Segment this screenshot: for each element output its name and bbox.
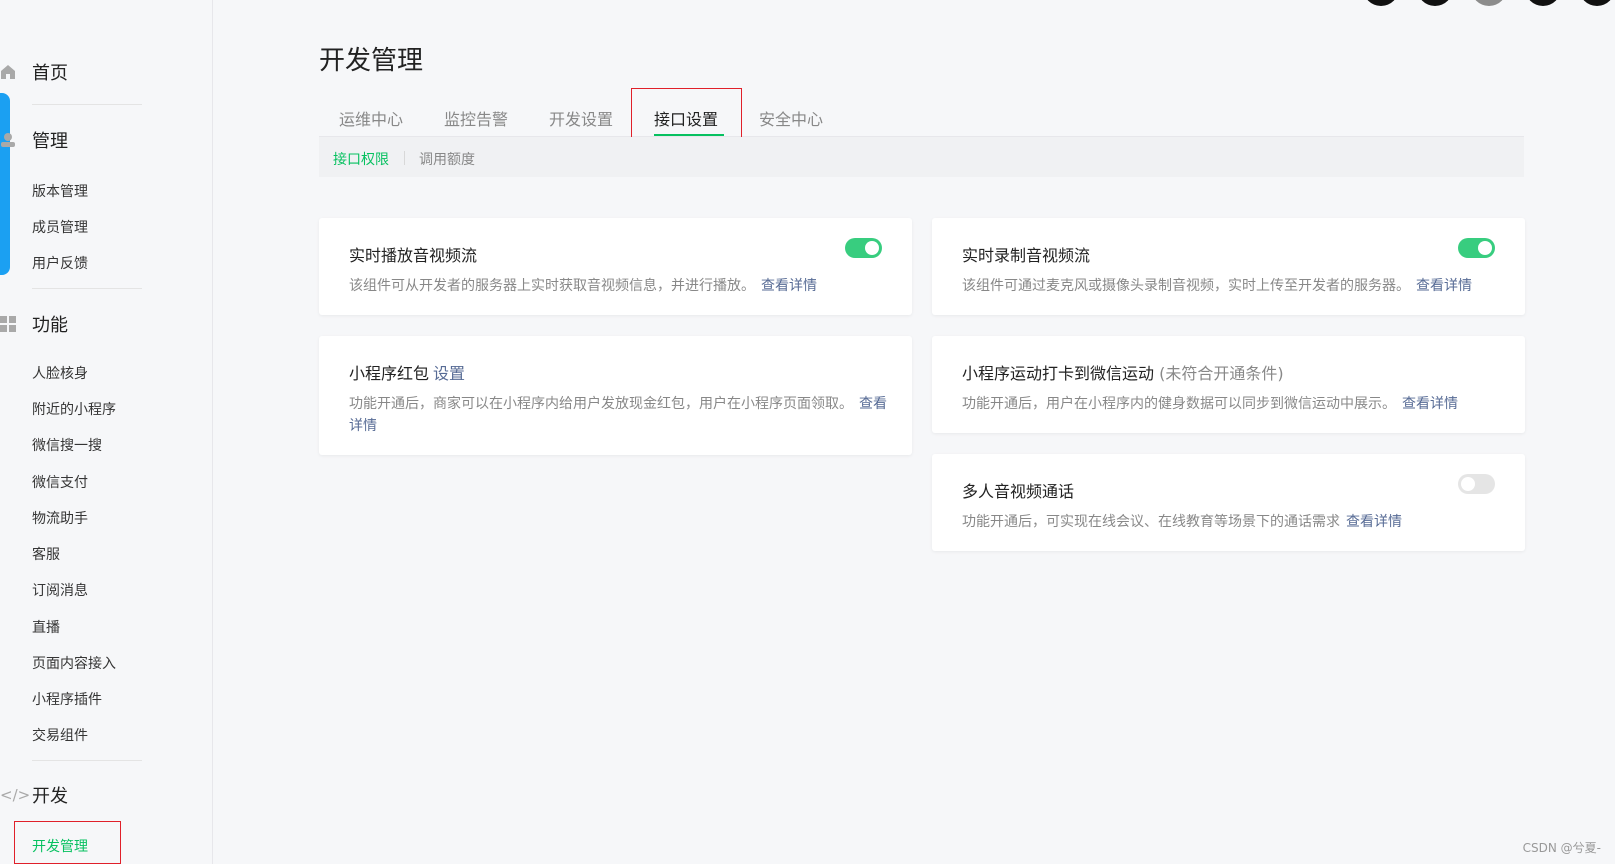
sidebar-dev: </> 开发: [0, 783, 68, 807]
avatar[interactable]: [1579, 0, 1615, 6]
sidebar-item-members[interactable]: 成员管理: [32, 217, 88, 237]
sidebar-item-search[interactable]: 微信搜一搜: [32, 435, 102, 455]
sidebar: 首页 管理 版本管理 成员管理 用户反馈 功能 人脸核身 附近的小程序 微信搜一…: [0, 0, 213, 864]
sidebar-item-feedback[interactable]: 用户反馈: [32, 253, 88, 273]
subtab-separator: [404, 151, 405, 165]
watermark: CSDN @兮夏-: [1522, 841, 1601, 855]
tab-dev-settings[interactable]: 开发设置: [549, 106, 613, 130]
card-desc-text: 该组件可通过麦克风或摄像头录制音视频，实时上传至开发者的服务器。: [962, 278, 1410, 294]
page-title: 开发管理: [319, 46, 424, 76]
card-werun: 小程序运动打卡到微信运动 (未符合开通条件) 功能开通后，用户在小程序内的健身数…: [932, 336, 1525, 433]
sidebar-home[interactable]: 首页: [0, 60, 68, 84]
home-icon: [0, 64, 32, 80]
toggle-switch[interactable]: [1458, 238, 1495, 258]
avatar[interactable]: [1417, 0, 1453, 6]
divider: [32, 760, 142, 761]
divider: [32, 104, 142, 105]
settings-link[interactable]: 设置: [433, 364, 465, 383]
subtab-api-permission[interactable]: 接口权限: [333, 149, 389, 169]
sidebar-home-label: 首页: [32, 63, 68, 84]
sidebar-item-trade[interactable]: 交易组件: [32, 725, 88, 745]
avatar[interactable]: [1525, 0, 1561, 6]
sidebar-item-pay[interactable]: 微信支付: [32, 472, 88, 492]
card-voip: 多人音视频通话 功能开通后，可实现在线会议、在线教育等场景下的通话需求 查看详情: [932, 454, 1525, 551]
view-details-link[interactable]: 查看详情: [1416, 278, 1472, 294]
sidebar-item-plugin[interactable]: 小程序插件: [32, 689, 102, 709]
sidebar-features-label: 功能: [32, 315, 68, 336]
tab-bar: 运维中心 监控告警 开发设置 接口设置 安全中心: [319, 96, 1524, 137]
view-details-link[interactable]: 查看详情: [1402, 396, 1458, 412]
top-avatars: [1363, 0, 1615, 6]
view-details-link[interactable]: 查看详情: [761, 278, 817, 294]
sidebar-item-version[interactable]: 版本管理: [32, 181, 88, 201]
card-title: 实时录制音视频流: [962, 246, 1091, 265]
avatar[interactable]: [1471, 0, 1507, 6]
card-desc: 该组件可通过麦克风或摄像头录制音视频，实时上传至开发者的服务器。 查看详情: [962, 275, 1472, 297]
subtab-call-quota[interactable]: 调用额度: [419, 149, 475, 169]
card-title: 多人音视频通话: [962, 482, 1075, 501]
sidebar-manage: 管理: [0, 128, 68, 152]
toggle-switch[interactable]: [1458, 474, 1495, 494]
sidebar-item-live[interactable]: 直播: [32, 617, 60, 637]
card-desc: 该组件可从开发者的服务器上实时获取音视频信息，并进行播放。 查看详情: [349, 275, 817, 297]
toggle-knob: [1461, 477, 1475, 491]
card-desc-text: 功能开通后，用户在小程序内的健身数据可以同步到微信运动中展示。: [962, 396, 1396, 412]
manage-icon: [0, 132, 32, 148]
sidebar-item-subscribe[interactable]: 订阅消息: [32, 580, 88, 600]
card-title: 小程序红包 设置: [349, 360, 465, 384]
sidebar-manage-label: 管理: [32, 131, 68, 152]
sidebar-features: 功能: [0, 312, 68, 336]
card-desc-text: 功能开通后，可实现在线会议、在线教育等场景下的通话需求: [962, 514, 1340, 530]
sidebar-item-face[interactable]: 人脸核身: [32, 363, 88, 383]
card-desc-text: 该组件可从开发者的服务器上实时获取音视频信息，并进行播放。: [349, 278, 755, 294]
sidebar-item-page-content[interactable]: 页面内容接入: [32, 653, 116, 673]
toggle-knob: [1478, 241, 1492, 255]
card-title-text: 小程序运动打卡到微信运动: [962, 364, 1155, 383]
card-live-player: 实时播放音视频流 该组件可从开发者的服务器上实时获取音视频信息，并进行播放。 查看…: [319, 218, 912, 315]
sidebar-dev-label: 开发: [32, 786, 68, 807]
card-title: 实时播放音视频流: [349, 246, 478, 265]
card-desc: 功能开通后，可实现在线会议、在线教育等场景下的通话需求 查看详情: [962, 511, 1402, 533]
tab-ops[interactable]: 运维中心: [339, 106, 403, 130]
card-desc: 功能开通后，用户在小程序内的健身数据可以同步到微信运动中展示。 查看详情: [962, 393, 1458, 415]
card-title-note: (未符合开通条件): [1159, 364, 1284, 383]
sidebar-item-dev-manage[interactable]: 开发管理: [32, 836, 88, 856]
divider: [32, 288, 142, 289]
sidebar-item-service[interactable]: 客服: [32, 544, 60, 564]
view-details-link[interactable]: 查看详情: [1346, 514, 1402, 530]
subtab-bar: 接口权限 调用额度: [319, 137, 1524, 177]
card-title-text: 小程序红包: [349, 364, 430, 383]
card-title: 小程序运动打卡到微信运动 (未符合开通条件): [962, 360, 1284, 384]
toggle-knob: [865, 241, 879, 255]
toggle-switch[interactable]: [845, 238, 882, 258]
card-red-packet: 小程序红包 设置 功能开通后，商家可以在小程序内给用户发放现金红包，用户在小程序页…: [319, 336, 912, 455]
card-live-pusher: 实时录制音视频流 该组件可通过麦克风或摄像头录制音视频，实时上传至开发者的服务器…: [932, 218, 1525, 315]
code-icon: </>: [0, 786, 31, 804]
sidebar-item-logistics[interactable]: 物流助手: [32, 508, 88, 528]
card-desc: 功能开通后，商家可以在小程序内给用户发放现金红包，用户在小程序页面领取。 查看详情: [349, 393, 889, 437]
sidebar-item-nearby[interactable]: 附近的小程序: [32, 399, 116, 419]
tab-monitor[interactable]: 监控告警: [444, 106, 508, 130]
avatar[interactable]: [1363, 0, 1399, 6]
grid-icon: [0, 316, 32, 332]
side-floating-tab[interactable]: [0, 93, 10, 275]
tab-security[interactable]: 安全中心: [759, 106, 823, 130]
card-desc-text: 功能开通后，商家可以在小程序内给用户发放现金红包，用户在小程序页面领取。: [349, 396, 853, 412]
